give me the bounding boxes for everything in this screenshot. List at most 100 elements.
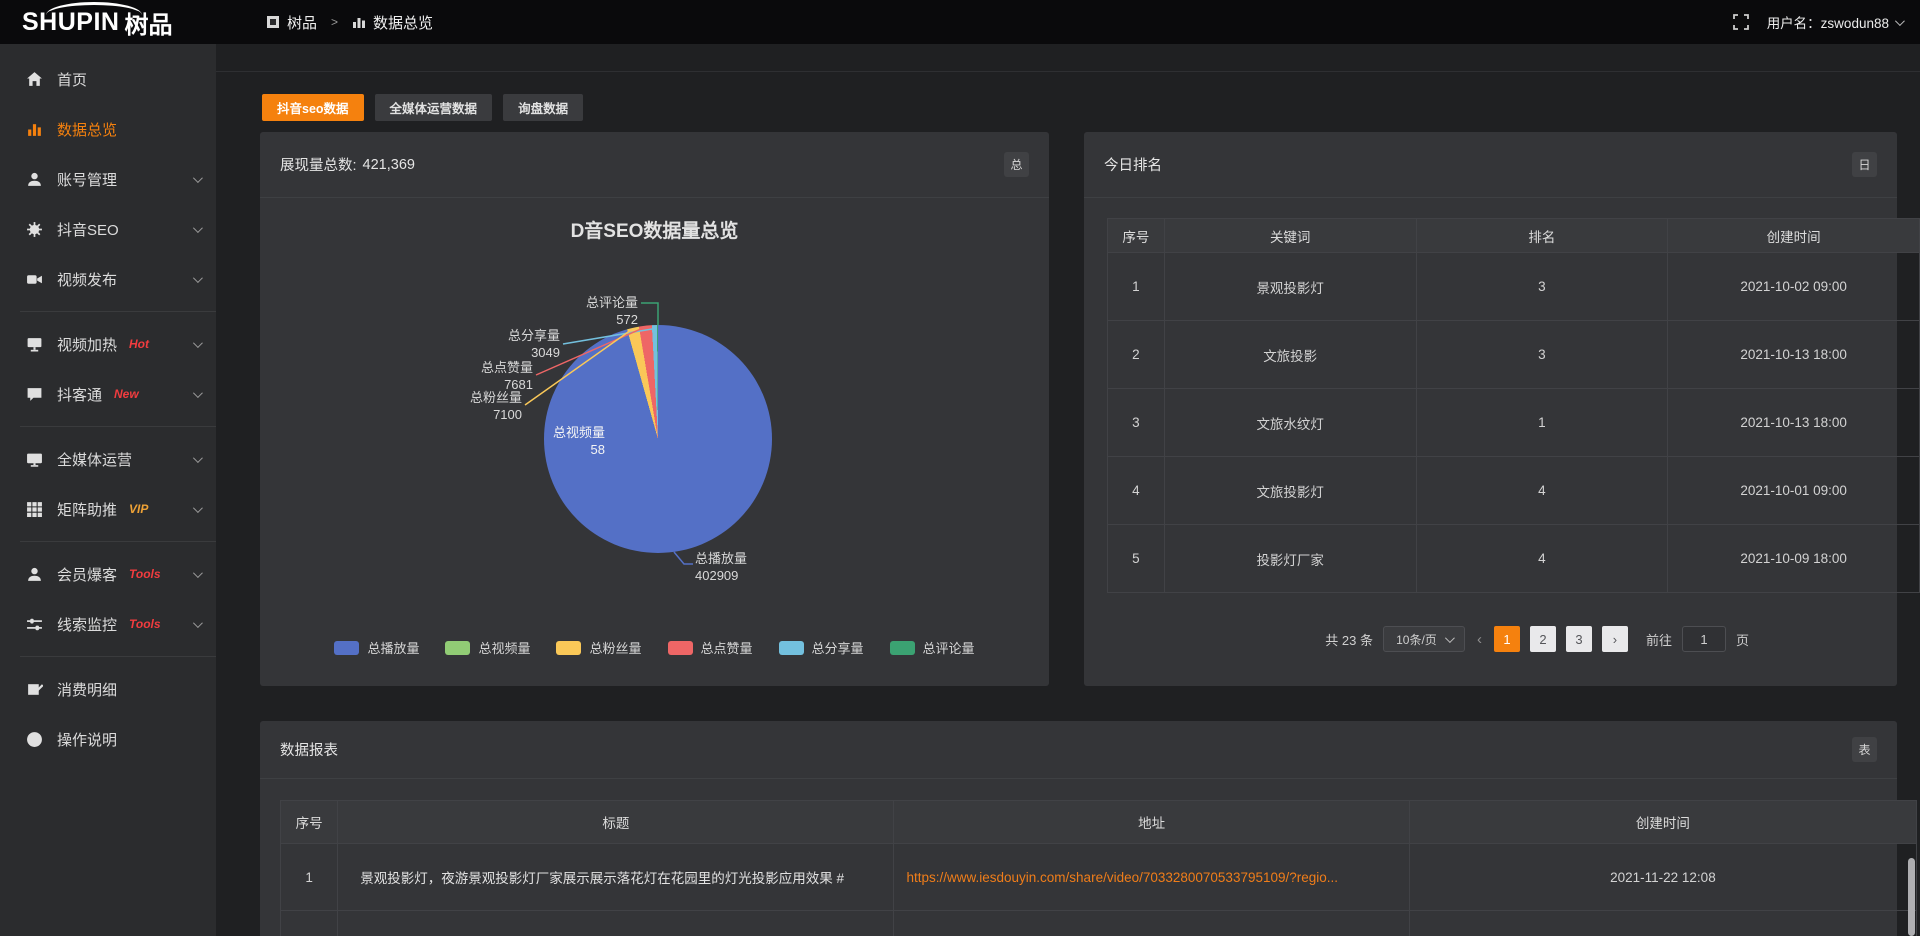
legend-swatch bbox=[890, 641, 915, 655]
col-rank: 排名 bbox=[1416, 219, 1668, 253]
sidebar-item-video-heat[interactable]: 视频加热 Hot bbox=[0, 319, 216, 369]
chevron-down-icon bbox=[193, 503, 203, 513]
pie-label-videos: 总视频量 58 bbox=[515, 424, 605, 458]
legend-item-videos[interactable]: 总视频量 bbox=[445, 638, 530, 657]
col-index: 序号 bbox=[281, 801, 338, 844]
sidebar-divider bbox=[20, 426, 216, 427]
legend-swatch bbox=[445, 641, 470, 655]
pie-chart-title: D音SEO数据量总览 bbox=[260, 216, 1049, 243]
chevron-down-icon bbox=[193, 273, 203, 283]
pagination: 共 23 条 10条/页 ‹ 1 2 3 › 前往 页 bbox=[1325, 626, 1749, 652]
report-row-title: 景观投影灯，夜游景观投影灯厂家展示展示落花灯在花园里的灯光投影应用效果 # bbox=[338, 844, 894, 911]
sidebar-item-account[interactable]: 账号管理 bbox=[0, 154, 216, 204]
sidebar-item-help[interactable]: ? 操作说明 bbox=[0, 714, 216, 764]
pie-label-fans: 总粉丝量 7100 bbox=[432, 389, 522, 423]
sidebar-divider bbox=[20, 541, 216, 542]
sidebar-item-home[interactable]: 首页 bbox=[0, 54, 216, 104]
report-panel-title: 数据报表 bbox=[280, 739, 338, 760]
col-created: 创建时间 bbox=[1409, 801, 1916, 844]
legend-item-likes[interactable]: 总点赞量 bbox=[668, 638, 753, 657]
chevron-down-icon bbox=[193, 173, 203, 183]
page-button-2[interactable]: 2 bbox=[1530, 626, 1556, 652]
goto-suffix: 页 bbox=[1736, 630, 1749, 649]
table-row: 1 景观投影灯，夜游景观投影灯厂家展示展示落花灯在花园里的灯光投影应用效果 # … bbox=[281, 844, 1917, 911]
report-row-time: 2021-11-22 12:08 bbox=[1409, 844, 1916, 911]
table-row: 1景观投影灯32021-10-02 09:00 bbox=[1108, 253, 1920, 321]
pie-legend: 总播放量 总视频量 总粉丝量 总点赞量 总分享量 总评论量 bbox=[260, 638, 1049, 657]
ranking-table-header: 序号 关键词 排名 创建时间 bbox=[1108, 219, 1920, 253]
table-row: 5投影灯厂家42021-10-09 18:00 bbox=[1108, 525, 1920, 593]
pie-label-plays: 总播放量 402909 bbox=[695, 550, 785, 584]
breadcrumb-current[interactable]: 数据总览 bbox=[352, 12, 433, 33]
next-page-button[interactable]: › bbox=[1602, 626, 1628, 652]
report-row-url-cell: https://www.iesdouyin.com/share/video/70… bbox=[894, 844, 1409, 911]
prev-page-button[interactable]: ‹ bbox=[1477, 631, 1482, 648]
legend-item-fans[interactable]: 总粉丝量 bbox=[556, 638, 641, 657]
page-size-select[interactable]: 10条/页 bbox=[1383, 626, 1465, 652]
tools-badge: Tools bbox=[129, 617, 161, 631]
legend-item-shares[interactable]: 总分享量 bbox=[779, 638, 864, 657]
fullscreen-icon[interactable] bbox=[1733, 14, 1749, 30]
svg-text:?: ? bbox=[31, 735, 37, 746]
tab-omnimedia-data[interactable]: 全媒体运营数据 bbox=[375, 94, 493, 121]
sidebar: 首页 数据总览 账号管理 抖音SEO 视频发布 视频加热 Hot 抖客通 New… bbox=[0, 44, 216, 936]
legend-item-plays[interactable]: 总播放量 bbox=[334, 638, 419, 657]
main-content: 抖音seo数据 全媒体运营数据 询盘数据 展现量总数: 421,369 总 D音… bbox=[216, 44, 1920, 936]
bar-chart-icon bbox=[352, 15, 366, 29]
table-badge-button[interactable]: 表 bbox=[1852, 737, 1877, 762]
table-row: 3文旅水纹灯12021-10-13 18:00 bbox=[1108, 389, 1920, 457]
day-badge-button[interactable]: 日 bbox=[1852, 152, 1877, 177]
tools-badge: Tools bbox=[129, 567, 161, 581]
ranking-table: 序号 关键词 排名 创建时间 1景观投影灯32021-10-02 09:00 2… bbox=[1107, 218, 1920, 593]
report-table-header: 序号 标题 地址 创建时间 bbox=[281, 801, 1917, 844]
app-logo[interactable]: SHUPIN 树品 bbox=[0, 0, 216, 44]
pie-label-shares: 总分享量 3049 bbox=[470, 327, 560, 361]
chevron-down-icon bbox=[1895, 16, 1905, 26]
legend-item-comments[interactable]: 总评论量 bbox=[890, 638, 975, 657]
table-row bbox=[281, 911, 1917, 936]
header-divider bbox=[216, 71, 1920, 72]
impressions-panel: 展现量总数: 421,369 总 D音SEO数据量总览 总评论量 572 总分享… bbox=[260, 132, 1049, 686]
question-icon: ? bbox=[26, 731, 43, 748]
pie-label-comments: 总评论量 572 bbox=[548, 294, 638, 328]
user-menu[interactable]: 用户名：zswodun88 bbox=[1767, 12, 1902, 32]
tab-douyin-seo-data[interactable]: 抖音seo数据 bbox=[262, 94, 364, 121]
sidebar-item-lead-monitor[interactable]: 线索监控 Tools bbox=[0, 599, 216, 649]
tab-inquiry-data[interactable]: 询盘数据 bbox=[503, 94, 583, 121]
hot-badge: Hot bbox=[129, 337, 149, 351]
impressions-total-value: 421,369 bbox=[363, 157, 415, 173]
grid-icon bbox=[26, 501, 43, 518]
goto-label: 前往 bbox=[1646, 630, 1672, 649]
receipt-icon bbox=[26, 681, 43, 698]
impressions-total-label: 展现量总数: bbox=[280, 154, 357, 175]
total-badge-button[interactable]: 总 bbox=[1004, 152, 1029, 177]
goto-page-input[interactable] bbox=[1682, 626, 1726, 652]
legend-swatch bbox=[779, 641, 804, 655]
pie-label-likes: 总点赞量 7681 bbox=[443, 359, 533, 393]
ranking-panel-header: 今日排名 日 bbox=[1084, 132, 1897, 198]
chevron-down-icon bbox=[193, 568, 203, 578]
member-icon bbox=[26, 566, 43, 583]
app-square-icon bbox=[266, 15, 280, 29]
breadcrumb-root[interactable]: 树品 bbox=[266, 12, 317, 33]
sidebar-divider bbox=[20, 311, 216, 312]
page-button-1[interactable]: 1 bbox=[1494, 626, 1520, 652]
chevron-down-icon bbox=[193, 388, 203, 398]
page-scrollbar-thumb[interactable] bbox=[1908, 858, 1915, 936]
sliders-icon bbox=[26, 616, 43, 633]
sidebar-item-douketong[interactable]: 抖客通 New bbox=[0, 369, 216, 419]
new-badge: New bbox=[114, 387, 139, 401]
sidebar-item-douyin-seo[interactable]: 抖音SEO bbox=[0, 204, 216, 254]
sidebar-item-omnimedia[interactable]: 全媒体运营 bbox=[0, 434, 216, 484]
chevron-down-icon bbox=[193, 338, 203, 348]
sidebar-item-matrix-boost[interactable]: 矩阵助推 VIP bbox=[0, 484, 216, 534]
col-url: 地址 bbox=[894, 801, 1409, 844]
heat-screen-icon bbox=[26, 336, 43, 353]
col-title: 标题 bbox=[338, 801, 894, 844]
sidebar-item-member-burst[interactable]: 会员爆客 Tools bbox=[0, 549, 216, 599]
page-button-3[interactable]: 3 bbox=[1566, 626, 1592, 652]
sidebar-item-data-overview[interactable]: 数据总览 bbox=[0, 104, 216, 154]
sidebar-item-video-publish[interactable]: 视频发布 bbox=[0, 254, 216, 304]
sidebar-item-spend-details[interactable]: 消费明细 bbox=[0, 664, 216, 714]
report-row-link[interactable]: https://www.iesdouyin.com/share/video/70… bbox=[906, 870, 1338, 885]
